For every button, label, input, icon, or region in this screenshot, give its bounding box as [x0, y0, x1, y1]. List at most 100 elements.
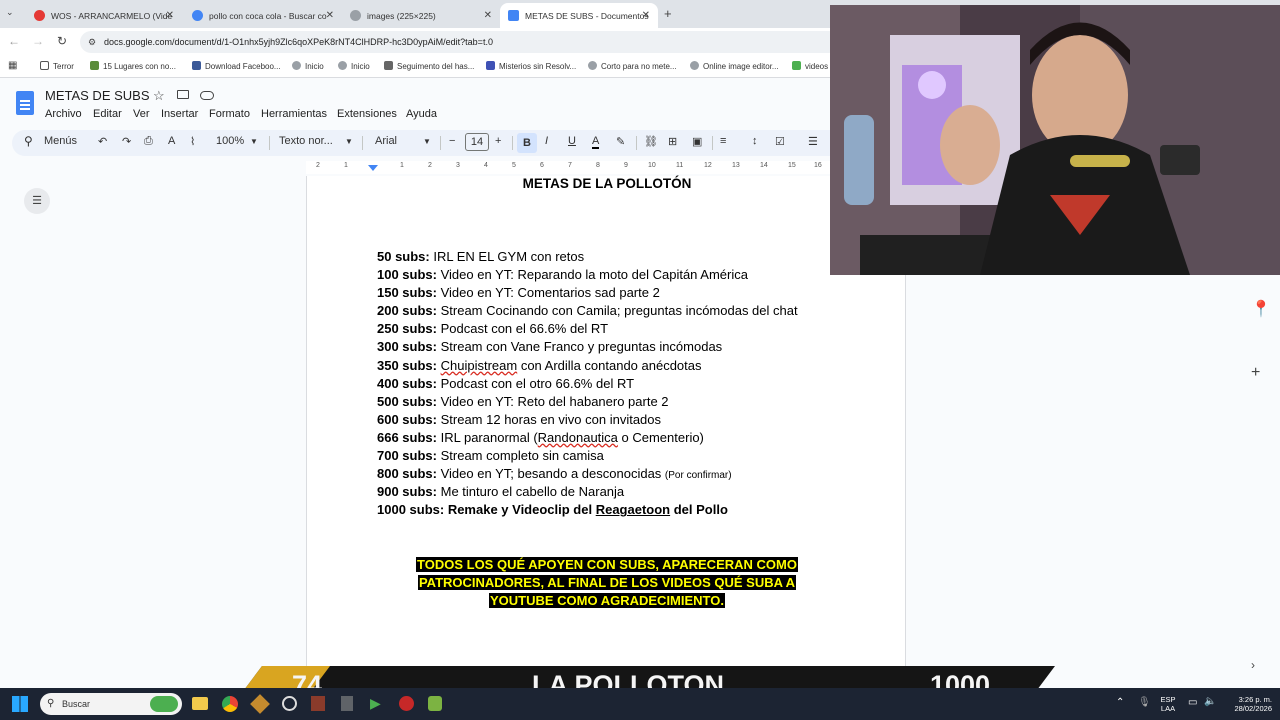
browser-tab[interactable]: images (225×225) ✕ [342, 3, 500, 28]
close-icon[interactable]: ✕ [326, 10, 334, 21]
indent-marker-icon[interactable] [368, 165, 378, 171]
font-size-field[interactable]: 14 [465, 133, 489, 151]
browser-tab[interactable]: WOS - ARRANCARMELO (Vide ✕ [26, 3, 182, 28]
font-select[interactable]: Arial [375, 135, 397, 147]
cloud-status-icon[interactable] [200, 91, 214, 100]
outline-list-icon[interactable]: ☰ [24, 188, 50, 214]
divider [269, 136, 270, 150]
menu-search-field[interactable]: Menús [44, 135, 77, 147]
bookmark-item[interactable]: Terror [40, 61, 74, 71]
menu-insertar[interactable]: Insertar [161, 108, 198, 120]
redo-icon[interactable]: ↷ [122, 135, 131, 148]
print-icon[interactable]: ⎙ [144, 135, 153, 148]
misspelled-word[interactable]: Randonautica [538, 430, 618, 445]
bookmark-item[interactable]: Corto para no mete... [588, 61, 677, 71]
link-icon[interactable]: ⛓ [644, 135, 658, 148]
highlight-icon[interactable]: ✎ [616, 135, 625, 148]
decrease-size-icon[interactable]: − [449, 135, 455, 147]
checklist-icon[interactable]: ☑ [775, 135, 785, 148]
google-icon [192, 10, 203, 21]
highlighted-note: TODOS LOS QUÉ APOYEN CON SUBS, APARECERA… [416, 557, 798, 608]
underline-button[interactable]: U [568, 135, 576, 147]
goals-list: 50 subs: IRL EN EL GYM con retos 100 sub… [377, 248, 798, 519]
app-icon[interactable] [311, 696, 325, 711]
browser-tab[interactable]: pollo con coca cola - Buscar co ✕ [184, 3, 342, 28]
docs-logo-icon[interactable] [16, 91, 34, 115]
calculator-icon[interactable] [341, 696, 353, 711]
italic-button[interactable]: I [545, 135, 548, 147]
document-title[interactable]: METAS DE SUBS [45, 88, 150, 103]
reload-icon[interactable]: ↻ [57, 34, 67, 48]
align-icon[interactable]: ≡ [720, 135, 726, 147]
goal-row: 300 subs: Stream con Vane Franco y pregu… [377, 339, 723, 355]
obs-icon[interactable] [282, 696, 297, 711]
play-icon[interactable]: ▶ [370, 695, 381, 712]
bookmark-item[interactable]: Misterios sin Resolv... [486, 61, 576, 71]
misspelled-word[interactable]: Chuipistream [441, 358, 518, 373]
apps-icon[interactable]: ▦ [8, 60, 17, 71]
goal-row: 50 subs: IRL EN EL GYM con retos [377, 249, 585, 264]
bookmark-item[interactable]: Inicio [292, 61, 324, 71]
document-page[interactable]: METAS DE LA POLLOTÓN 50 subs: IRL EN EL … [306, 176, 906, 688]
file-explorer-icon[interactable] [192, 697, 208, 710]
move-folder-icon[interactable] [177, 90, 189, 99]
close-icon[interactable]: ✕ [166, 10, 174, 21]
increase-size-icon[interactable]: + [495, 135, 501, 147]
new-tab-button[interactable]: + [664, 6, 672, 21]
bold-button[interactable]: B [517, 133, 537, 153]
bookmark-item[interactable]: Download Faceboo... [192, 61, 281, 71]
language-indicator[interactable]: ESP LAA [1158, 695, 1178, 713]
forward-icon[interactable]: → [32, 34, 44, 48]
clock[interactable]: 3:26 p. m. 28/02/2026 [1222, 695, 1272, 713]
bullet-list-icon[interactable]: ☰ [808, 135, 818, 148]
search-icon[interactable]: ⚲ [24, 134, 33, 148]
menu-ayuda[interactable]: Ayuda [406, 108, 437, 120]
goal-row: 666 subs: IRL paranormal (Randonautica o… [377, 429, 704, 445]
menu-extensiones[interactable]: Extensiones [337, 108, 397, 120]
add-icon[interactable]: + [1251, 364, 1260, 382]
bookmark-item[interactable]: Seguimento del has... [384, 61, 474, 71]
menu-formato[interactable]: Formato [209, 108, 250, 120]
menu-editar[interactable]: Editar [93, 108, 122, 120]
volume-icon[interactable]: 🔈 [1204, 696, 1216, 707]
paint-format-icon[interactable]: ⌇ [190, 135, 195, 148]
back-icon[interactable]: ← [8, 34, 20, 48]
globe-icon [338, 61, 347, 70]
line-spacing-icon[interactable]: ↕ [752, 135, 758, 147]
close-icon[interactable]: ✕ [484, 10, 492, 21]
maps-icon[interactable]: 📍 [1251, 299, 1271, 319]
goal-row: 150 subs: Video en YT: Comentarios sad p… [377, 285, 660, 301]
network-icon[interactable]: ▭ [1188, 697, 1197, 708]
tray-overflow-icon[interactable]: ⌃ [1116, 697, 1124, 708]
star-icon[interactable]: ☆ [153, 88, 165, 104]
browser-tab-active[interactable]: METAS DE SUBS - Documentos ✕ [500, 3, 658, 28]
close-icon[interactable]: ✕ [642, 10, 650, 21]
divider [512, 136, 513, 150]
site-info-icon[interactable]: ⚙ [88, 31, 96, 53]
address-bar[interactable]: ⚙ docs.google.com/document/d/1-O1nhx5yjh… [80, 31, 840, 53]
menu-ver[interactable]: Ver [133, 108, 150, 120]
chrome-icon[interactable] [222, 696, 238, 712]
divider [440, 136, 441, 150]
image-icon[interactable]: ▣ [692, 135, 702, 148]
bookmark-item[interactable]: videos [792, 61, 828, 71]
taskbar-search[interactable]: ⚲ Buscar [40, 693, 182, 715]
comment-icon[interactable]: ⊞ [668, 135, 677, 148]
spellcheck-icon[interactable]: A [168, 135, 175, 147]
microphone-icon[interactable]: 🎙 [1138, 697, 1151, 708]
windows-start-icon[interactable] [12, 696, 28, 712]
bookmark-item[interactable]: Online image editor... [690, 61, 779, 71]
zoom-select[interactable]: 100% [216, 135, 244, 147]
bookmark-item[interactable]: Inicio [338, 61, 370, 71]
app-icon[interactable] [250, 694, 270, 714]
app-icon[interactable] [428, 696, 442, 711]
record-icon[interactable] [399, 696, 414, 711]
menu-herramientas[interactable]: Herramientas [261, 108, 327, 120]
text-color-button[interactable]: A [592, 135, 600, 149]
menu-archivo[interactable]: Archivo [45, 108, 82, 120]
bookmark-item[interactable]: 15 Lugares con no... [90, 61, 176, 71]
chevron-down-icon: ▼ [423, 137, 431, 146]
style-select[interactable]: Texto nor... [279, 135, 333, 147]
undo-icon[interactable]: ↶ [98, 135, 107, 148]
tab-list-button[interactable]: ⌄ [6, 7, 14, 18]
